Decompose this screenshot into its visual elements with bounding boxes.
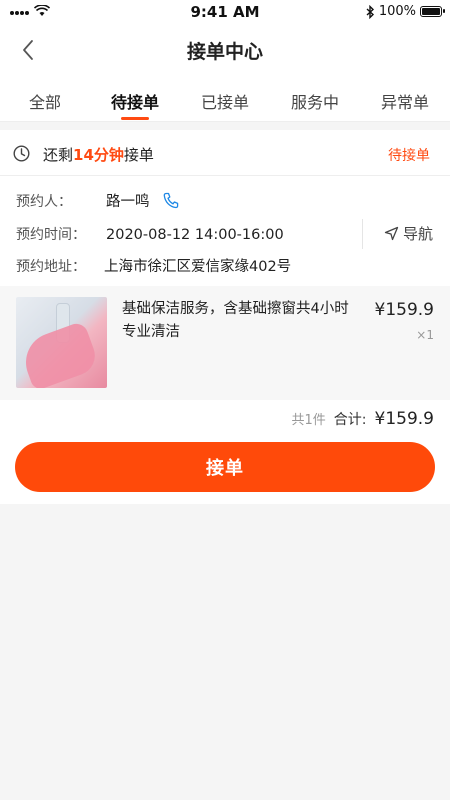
address-value: 上海市徐汇区爱信家缘402号 bbox=[104, 259, 292, 275]
address-label: 预约地址： bbox=[16, 259, 86, 275]
order-status-badge: 待接单 bbox=[388, 148, 430, 164]
divider bbox=[362, 219, 363, 249]
battery-percent: 100% bbox=[378, 4, 416, 19]
product-name: 基础保洁服务，含基础擦窗共4小时专业清洁 bbox=[122, 301, 349, 340]
battery-level bbox=[422, 8, 440, 15]
product-item[interactable]: 基础保洁服务，含基础擦窗共4小时专业清洁 ¥159.9 ×1 bbox=[0, 286, 450, 400]
navigate-button[interactable]: 导航 bbox=[384, 223, 433, 244]
countdown-time: 14分钟 bbox=[73, 146, 124, 164]
tab-bar: 全部 待接单 已接单 服务中 异常单 bbox=[0, 76, 450, 122]
clock-icon bbox=[13, 145, 30, 162]
status-right: 100% bbox=[366, 4, 445, 19]
countdown-row: 还剩14分钟接单 待接单 bbox=[0, 130, 450, 176]
total-amount: ¥159.9 bbox=[374, 409, 434, 429]
total-row: 共1件 合计: ¥159.9 bbox=[292, 409, 434, 429]
status-bar: 9:41 AM 100% bbox=[0, 0, 450, 24]
tab-all[interactable]: 全部 bbox=[0, 76, 90, 121]
product-quantity: ×1 bbox=[416, 328, 434, 342]
contact-row: 预约人： 路一鸣 bbox=[16, 190, 150, 211]
total-label: 合计: bbox=[333, 412, 367, 428]
contact-label: 预约人： bbox=[16, 194, 72, 210]
countdown-text: 还剩14分钟接单 bbox=[43, 144, 154, 165]
tab-in-service[interactable]: 服务中 bbox=[270, 76, 360, 121]
countdown-prefix: 还剩 bbox=[43, 146, 74, 164]
contact-name: 路一鸣 bbox=[106, 194, 150, 210]
tab-accepted[interactable]: 已接单 bbox=[180, 76, 270, 121]
page-title: 接单中心 bbox=[186, 41, 263, 63]
tab-pending[interactable]: 待接单 bbox=[90, 76, 180, 121]
battery-icon bbox=[420, 6, 445, 17]
address-row: 预约地址： 上海市徐汇区爱信家缘402号 bbox=[16, 255, 291, 276]
navigation-arrow-icon bbox=[384, 226, 399, 241]
total-count: 共1件 bbox=[291, 413, 326, 428]
time-value: 2020-08-12 14:00-16:00 bbox=[106, 227, 284, 243]
nav-bar: 接单中心 bbox=[0, 24, 450, 76]
bluetooth-icon bbox=[366, 4, 374, 19]
phone-icon[interactable] bbox=[163, 192, 179, 209]
product-price: ¥159.9 bbox=[374, 300, 434, 320]
navigate-label: 导航 bbox=[403, 225, 434, 243]
time-row: 预约时间： 2020-08-12 14:00-16:00 bbox=[16, 224, 284, 244]
order-card: 还剩14分钟接单 待接单 预约人： 路一鸣 预约时间： 2020-08-12 14:… bbox=[0, 130, 450, 504]
accept-order-button[interactable]: 接单 bbox=[15, 442, 435, 492]
time-label: 预约时间： bbox=[16, 227, 86, 243]
tab-abnormal[interactable]: 异常单 bbox=[360, 76, 450, 121]
product-image bbox=[16, 297, 107, 388]
glove-shape bbox=[17, 320, 101, 388]
countdown-suffix: 接单 bbox=[123, 146, 154, 164]
